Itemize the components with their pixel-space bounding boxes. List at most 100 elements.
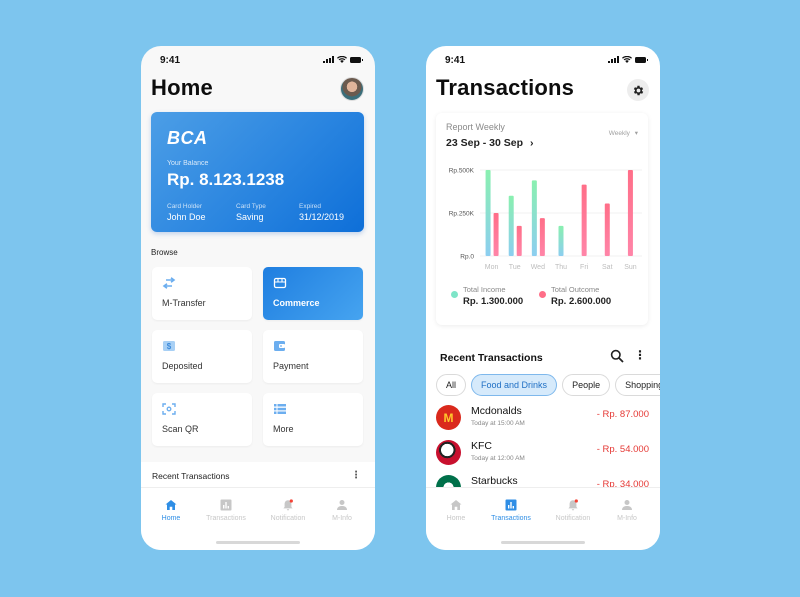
bar-total-outcome-tue[interactable] — [516, 225, 522, 256]
x-tick-label: Wed — [531, 264, 545, 271]
home-indicator — [501, 541, 585, 544]
page-title: Transactions — [436, 75, 575, 100]
battery-icon — [350, 56, 363, 63]
transaction-time: Today at 15:00 AM — [471, 420, 525, 427]
period-select[interactable]: Weekly ▾ — [609, 129, 638, 137]
browse-label: Browse — [151, 248, 178, 257]
gear-icon — [633, 85, 643, 95]
filter-chips: All Food and Drinks People Shopping — [436, 374, 660, 396]
recent-transactions-title: Recent Transactions — [440, 352, 543, 364]
page-title: Home — [151, 75, 213, 100]
x-tick-label: Mon — [485, 264, 499, 271]
bell-icon — [568, 499, 578, 511]
tile-deposited[interactable]: $ Deposited — [152, 330, 252, 383]
bar-total-income-mon[interactable] — [485, 170, 491, 256]
user-icon — [622, 500, 632, 510]
nav-m-info[interactable]: M-Info — [598, 499, 656, 522]
nav-label: Home — [161, 515, 181, 522]
y-tick-label: Rp.250K — [449, 211, 475, 218]
bar-total-outcome-wed[interactable] — [539, 218, 545, 256]
tile-m-transfer[interactable]: M-Transfer — [152, 267, 252, 320]
bar-total-income-wed[interactable] — [531, 180, 537, 256]
transaction-row[interactable]: KFC Today at 12:00 AM - Rp. 54.000 — [426, 439, 660, 473]
bar-chart: Rp.0 Rp.250K Rp.500K Mon Tue Wed Thu Fri Sat Sun — [449, 168, 642, 271]
wifi-icon — [622, 56, 632, 63]
bottom-nav: Home Transactions Notification M-Info — [141, 487, 375, 550]
nav-label: M-Info — [332, 515, 352, 522]
card-type-label: Card Type — [236, 203, 266, 210]
card-type-value: Saving — [236, 212, 264, 222]
transaction-row[interactable]: M Mcdonalds Today at 15:00 AM - Rp. 87.0… — [426, 404, 660, 438]
x-tick-label: Sun — [624, 264, 637, 271]
outcome-value: Rp. 2.600.000 — [551, 296, 612, 307]
tile-scan-qr[interactable]: Scan QR — [152, 393, 252, 446]
transactions-screen: 9:41 Transactions Report Weekly 23 Sep -… — [426, 46, 660, 550]
home-icon — [165, 500, 177, 510]
bar-total-outcome-mon[interactable] — [493, 213, 499, 256]
date-range-text: 23 Sep - 30 Sep — [446, 137, 524, 149]
nav-m-info[interactable]: M-Info — [313, 499, 371, 522]
avatar[interactable] — [340, 77, 364, 101]
transaction-name: Mcdonalds — [471, 405, 522, 417]
signal-icon — [608, 56, 619, 63]
tile-label: Commerce — [273, 298, 320, 308]
tile-payment[interactable]: Payment — [263, 330, 363, 383]
transaction-amount: - Rp. 54.000 — [596, 444, 649, 455]
x-tick-label: Thu — [555, 264, 567, 271]
bar-total-outcome-sun[interactable] — [627, 170, 633, 256]
more-vertical-icon[interactable]: ⋮ — [634, 348, 646, 362]
status-time: 9:41 — [160, 55, 181, 66]
nav-transactions[interactable]: Transactions — [197, 499, 255, 522]
settings-button[interactable] — [627, 79, 649, 101]
chip-people[interactable]: People — [562, 374, 611, 396]
home-icon — [450, 500, 462, 510]
chip-all[interactable]: All — [436, 374, 467, 396]
nav-transactions[interactable]: Transactions — [482, 499, 540, 522]
chip-food-and-drinks[interactable]: Food and Drinks — [471, 374, 558, 396]
card-holder-value: John Doe — [167, 212, 206, 222]
y-tick-label: Rp.500K — [449, 168, 475, 175]
nav-label: Notification — [270, 515, 306, 522]
outcome-dot — [539, 291, 546, 298]
tile-label: Deposited — [162, 361, 203, 371]
home-screen: 9:41 Home BCA Your Balance Rp. 8.123.123… — [141, 46, 375, 550]
bank-card[interactable]: BCA Your Balance Rp. 8.123.1238 Card Hol… — [151, 112, 364, 232]
income-value: Rp. 1.300.000 — [463, 296, 524, 307]
x-tick-label: Sat — [602, 264, 613, 271]
nav-label: Home — [446, 515, 466, 522]
status-bar: 9:41 — [426, 46, 660, 74]
tile-more[interactable]: More — [263, 393, 363, 446]
expired-value: 31/12/2019 — [299, 212, 345, 222]
store-icon — [273, 277, 287, 289]
bar-total-income-tue[interactable] — [508, 195, 514, 256]
nav-label: Notification — [555, 515, 591, 522]
tile-commerce[interactable]: Commerce — [263, 267, 363, 320]
chevron-right-icon: › — [529, 137, 534, 149]
nav-home[interactable]: Home — [142, 499, 200, 522]
more-vertical-icon[interactable]: ⋮ — [351, 470, 361, 481]
caret-down-icon: ▾ — [634, 130, 638, 137]
bank-logo: BCA — [167, 128, 208, 148]
chip-shopping[interactable]: Shopping — [615, 374, 660, 396]
transaction-name: KFC — [471, 440, 492, 452]
period-value: Weekly — [608, 130, 630, 137]
report-card: Report Weekly 23 Sep - 30 Sep › Weekly ▾… — [436, 113, 648, 325]
bar-total-outcome-sat[interactable] — [604, 203, 610, 256]
nav-notification[interactable]: Notification — [259, 499, 317, 522]
expired-label: Expired — [299, 203, 322, 210]
tile-label: M-Transfer — [162, 298, 206, 308]
nav-notification[interactable]: Notification — [544, 499, 602, 522]
recent-transactions-title: Recent Transactions — [152, 471, 230, 481]
scan-icon — [162, 403, 176, 415]
bar-total-income-thu[interactable] — [558, 225, 564, 256]
y-tick-label: Rp.0 — [460, 254, 474, 261]
wifi-icon — [337, 56, 347, 63]
search-icon[interactable] — [610, 349, 624, 363]
mcdonalds-logo-icon: M — [436, 405, 461, 430]
income-label: Total Income — [463, 285, 506, 294]
bar-total-outcome-fri[interactable] — [581, 184, 587, 256]
chart-icon — [220, 499, 232, 511]
nav-home[interactable]: Home — [427, 499, 485, 522]
tile-label: Scan QR — [162, 424, 199, 434]
date-range[interactable]: 23 Sep - 30 Sep › — [446, 137, 533, 149]
